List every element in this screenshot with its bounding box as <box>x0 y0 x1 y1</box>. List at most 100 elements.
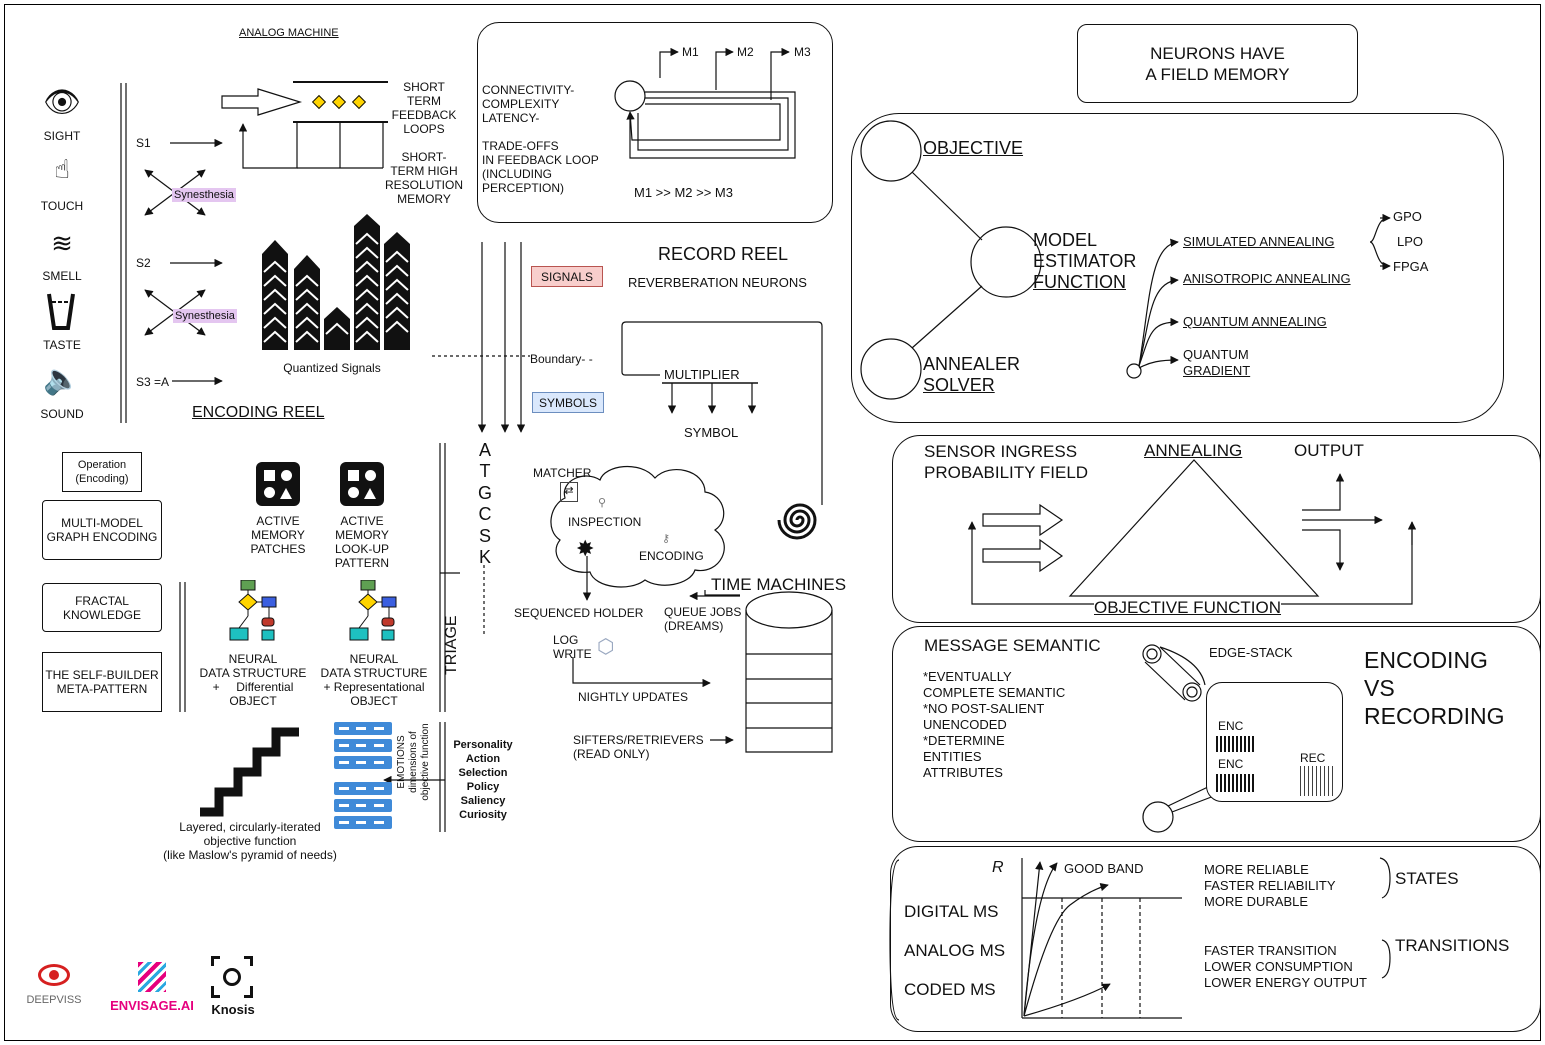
reverberation-label: REVERBERATION NEURONS <box>628 275 807 290</box>
multi-model-label: MULTI-MODEL GRAPH ENCODING <box>46 516 158 544</box>
analog-machine-title: ANALOG MACHINE <box>239 27 339 39</box>
signal-s2: S2 <box>136 256 151 270</box>
key-icon: ⚷ <box>662 533 671 545</box>
annealer-label: ANNEALER <box>923 354 1021 374</box>
self-builder-box: THE SELF-BUILDER META-PATTERN <box>42 652 162 712</box>
transitions-label: TRANSITIONS <box>1395 936 1510 955</box>
enc-label-2: ENC <box>1218 757 1244 771</box>
atgcsk-letter: A <box>478 440 491 460</box>
speaker-icon: 🔈 <box>43 363 81 396</box>
function-label: FUNCTION <box>1033 272 1126 292</box>
encoding-vs-recording-label: ENCODING VS RECORDING <box>1364 647 1505 729</box>
neural-representational-label: NEURAL DATA STRUCTURE + Representational… <box>320 652 428 708</box>
sense-label-taste: TASTE <box>43 338 81 352</box>
queue-jobs-label: QUEUE JOBS (DREAMS) <box>664 605 742 633</box>
triage-label: TRIAGE <box>443 615 460 675</box>
neural-differential-label: NEURAL DATA STRUCTURE + Differential OBJ… <box>199 652 307 708</box>
quantum-gradient-label-1: QUANTUM <box>1183 347 1249 362</box>
quantized-signals-label: Quantized Signals <box>283 361 381 375</box>
objective-label: OBJECTIVE <box>923 138 1024 158</box>
diamond-markers <box>311 94 370 110</box>
transitions-list: FASTER TRANSITION LOWER CONSUMPTION LOWE… <box>1204 943 1368 990</box>
search-icon: ⚲ <box>598 497 607 509</box>
envisage-label: ENVISAGE.AI <box>110 998 194 1013</box>
personality-label: Personality Action Selection Policy Sali… <box>453 739 513 821</box>
lpo-label: LPO <box>1397 234 1424 249</box>
sense-label-sight: SIGHT <box>43 129 81 143</box>
glass-icon <box>46 292 76 330</box>
synesthesia-label-2: Synesthesia <box>173 309 237 323</box>
symbols-badge: SYMBOLS <box>532 392 604 413</box>
digital-ms-label: DIGITAL MS <box>904 902 999 921</box>
sense-label-smell: SMELL <box>42 269 82 283</box>
fractal-knowledge-box: FRACTAL KNOWLEDGE <box>42 583 162 632</box>
smell-icon: ≋ <box>51 228 73 258</box>
connectivity-text-2: TRADE-OFFS IN FEEDBACK LOOP (INCLUDING P… <box>482 139 599 195</box>
active-memory-patches-icon <box>256 462 300 506</box>
symbols-badge-label: SYMBOLS <box>538 395 598 410</box>
rec-pattern <box>1300 766 1334 796</box>
encoding-reel-title: ENCODING REEL <box>192 404 325 421</box>
atgcsk-letter: T <box>479 461 491 481</box>
enc-pattern-2 <box>1216 774 1254 792</box>
signals-badge: SIGNALS <box>531 266 603 287</box>
states-label: STATES <box>1395 869 1459 888</box>
short-term-memory-label: SHORT- TERM HIGH RESOLUTION MEMORY <box>384 150 463 206</box>
signal-s3: S3 =A <box>136 375 170 389</box>
eye-icon: 👁 <box>42 86 82 119</box>
layered-objective-label: Layered, circularly-iterated objective f… <box>163 820 337 862</box>
sensor-ingress-label: SENSOR INGRESS PROBABILITY FIELD <box>924 442 1089 482</box>
active-memory-lookup-icon <box>340 462 384 506</box>
fpga-label: FPGA <box>1393 259 1429 274</box>
neurons-field-label: NEURONS HAVE A FIELD MEMORY <box>1145 43 1290 84</box>
active-memory-lookup-label: ACTIVE MEMORY LOOK-UP PATTERN <box>334 514 390 570</box>
flowchart-icon-representational <box>348 579 404 642</box>
annealing-label: ANNEALING <box>1144 441 1243 460</box>
atgcsk-letter: G <box>477 483 492 503</box>
matcher-icon: ⇄ <box>560 482 578 502</box>
objective-function-label: OBJECTIVE FUNCTION <box>1094 597 1282 618</box>
sense-label-sound: SOUND <box>40 407 84 421</box>
m1-label: M1 <box>682 45 699 59</box>
log-write-label: LOG WRITE <box>553 633 592 661</box>
encoding-cloud-label: ENCODING <box>639 549 704 563</box>
message-semantic-label: MESSAGE SEMANTIC <box>924 636 1101 655</box>
inspection-label: INSPECTION <box>568 515 642 529</box>
atgcsk-letter: C <box>478 504 492 524</box>
operation-encoding-box: Operation (Encoding) <box>62 452 142 492</box>
symbol-label: SYMBOL <box>684 425 739 440</box>
multi-model-box: MULTI-MODEL GRAPH ENCODING <box>42 500 162 560</box>
matcher-label: MATCHER <box>533 466 592 480</box>
time-machines-label: TIME MACHINES <box>711 575 847 594</box>
signals-badge-label: SIGNALS <box>540 269 594 284</box>
neurons-field-box: NEURONS HAVE A FIELD MEMORY <box>1077 24 1358 103</box>
cube-icon: ⬡ <box>597 636 615 658</box>
connectivity-text-1: CONNECTIVITY- COMPLEXITY LATENCY- <box>482 83 575 125</box>
message-semantic-items: *EVENTUALLY COMPLETE SEMANTIC *NO POST-S… <box>923 669 1066 780</box>
model-estimator-label: MODEL ESTIMATOR <box>1033 230 1137 271</box>
boundary-label: Boundary- - <box>530 352 593 366</box>
m2-label: M2 <box>737 45 754 59</box>
atgcsk-letter: K <box>478 547 491 567</box>
fractal-knowledge-label: FRACTAL KNOWLEDGE <box>62 593 141 622</box>
coded-ms-label: CODED MS <box>904 980 996 999</box>
star-burst-icon: ✸ <box>576 536 595 561</box>
nightly-updates-label: NIGHTLY UPDATES <box>578 690 689 704</box>
touch-icon: ☝ <box>54 154 70 184</box>
edge-stack-label: EDGE-STACK <box>1209 645 1293 660</box>
knosis-logo: Knosis <box>208 954 258 1020</box>
sifters-label: SIFTERS/RETRIEVERS (READ ONLY) <box>573 733 704 761</box>
gpo-label: GPO <box>1393 209 1422 224</box>
sense-label-touch: TOUCH <box>40 199 84 213</box>
synesthesia-label-1: Synesthesia <box>172 188 236 202</box>
multiplier-label: MULTIPLIER <box>664 367 740 382</box>
output-label: OUTPUT <box>1294 441 1364 460</box>
emotions-label: EMOTIONS dimensions of objective functio… <box>396 723 431 801</box>
anisotropic-annealing-label: ANISOTROPIC ANNEALING <box>1183 271 1351 286</box>
r-axis-label: R <box>992 859 1004 876</box>
sequenced-holder-label: SEQUENCED HOLDER <box>514 606 644 620</box>
short-term-feedback-label: SHORT TERM FEEDBACK LOOPS <box>391 80 457 136</box>
enc-pattern-1 <box>1216 736 1254 752</box>
rec-label: REC <box>1300 751 1326 765</box>
server-stack-icon <box>334 722 392 830</box>
